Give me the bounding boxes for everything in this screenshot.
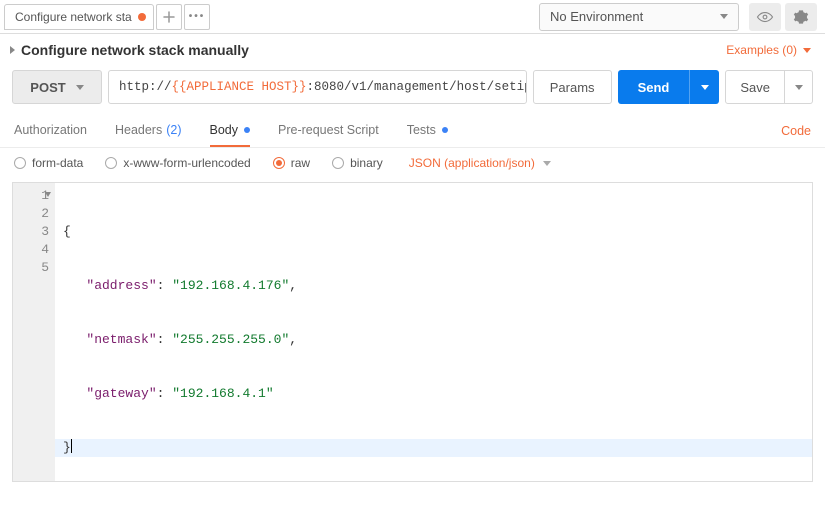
chevron-down-icon [720, 14, 728, 19]
radio-form-data[interactable]: form-data [14, 156, 83, 170]
request-bar: POST http://{{APPLIANCE HOST}}:8080/v1/m… [0, 64, 825, 114]
request-tab[interactable]: Configure network sta [4, 4, 154, 30]
chevron-down-icon [76, 85, 84, 90]
radio-binary[interactable]: binary [332, 156, 383, 170]
top-bar: Configure network sta ••• No Environment [0, 0, 825, 34]
save-button[interactable]: Save [725, 70, 785, 104]
modified-indicator-icon [244, 127, 250, 133]
method-select[interactable]: POST [12, 70, 102, 104]
url-variable: {{APPLIANCE HOST}} [172, 80, 307, 94]
environment-label: No Environment [550, 9, 643, 24]
tab-tests[interactable]: Tests [407, 114, 448, 147]
plus-icon [163, 11, 175, 23]
request-tabs: Authorization Headers (2) Body Pre-reque… [0, 114, 825, 148]
environment-select[interactable]: No Environment [539, 3, 739, 31]
tab-options-button[interactable]: ••• [184, 4, 210, 30]
chevron-down-icon [795, 85, 803, 90]
content-type-select[interactable]: JSON (application/json) [409, 156, 551, 170]
tab-prerequest[interactable]: Pre-request Script [278, 114, 379, 147]
chevron-down-icon [543, 161, 551, 166]
unsaved-indicator-icon [138, 13, 146, 21]
tab-authorization[interactable]: Authorization [14, 114, 87, 147]
tab-headers[interactable]: Headers (2) [115, 114, 182, 147]
fold-icon[interactable] [45, 192, 51, 197]
chevron-down-icon [803, 48, 811, 53]
request-header: Configure network stack manually Example… [0, 34, 825, 64]
tab-title: Configure network sta [15, 10, 132, 24]
modified-indicator-icon [442, 127, 448, 133]
eye-icon [756, 8, 774, 26]
request-title: Configure network stack manually [21, 42, 249, 58]
save-options-button[interactable] [785, 70, 813, 104]
new-tab-button[interactable] [156, 4, 182, 30]
gear-icon [793, 9, 809, 25]
radio-urlencoded[interactable]: x-www-form-urlencoded [105, 156, 250, 170]
code-link[interactable]: Code [781, 124, 811, 138]
line-gutter: 1 2 3 4 5 [13, 183, 55, 481]
url-input[interactable]: http://{{APPLIANCE HOST}}:8080/v1/manage… [108, 70, 527, 104]
radio-raw[interactable]: raw [273, 156, 310, 170]
caret-right-icon [10, 46, 15, 54]
ellipsis-icon: ••• [189, 11, 206, 22]
method-label: POST [30, 80, 65, 95]
tab-body[interactable]: Body [210, 114, 251, 147]
code-area[interactable]: { "address": "192.168.4.176", "netmask":… [55, 183, 812, 481]
send-options-button[interactable] [689, 70, 719, 104]
text-cursor-icon [71, 439, 72, 453]
chevron-down-icon [701, 85, 709, 90]
environment-quicklook-button[interactable] [749, 3, 781, 31]
params-button[interactable]: Params [533, 70, 612, 104]
body-editor[interactable]: 1 2 3 4 5 { "address": "192.168.4.176", … [12, 182, 813, 482]
send-button[interactable]: Send [618, 70, 690, 104]
request-title-toggle[interactable]: Configure network stack manually [10, 42, 249, 58]
body-type-options: form-data x-www-form-urlencoded raw bina… [0, 148, 825, 178]
settings-button[interactable] [785, 3, 817, 31]
examples-dropdown[interactable]: Examples (0) [726, 43, 811, 57]
